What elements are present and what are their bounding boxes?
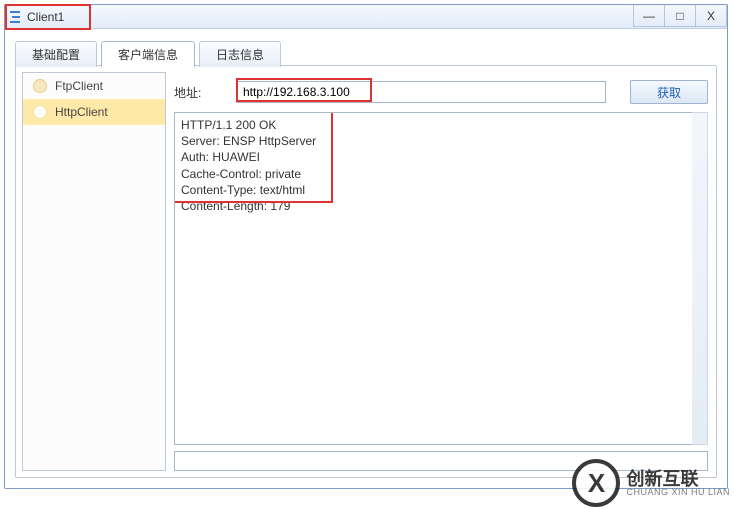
address-label: 地址: xyxy=(174,84,224,101)
tab-basic-config[interactable]: 基础配置 xyxy=(15,41,97,67)
response-line: Cache-Control: private xyxy=(181,166,701,182)
sidebar-item-label: HttpClient xyxy=(55,105,108,119)
tab-log-info[interactable]: 日志信息 xyxy=(199,41,281,67)
watermark-brand: 创新互联 xyxy=(626,470,730,488)
close-button[interactable]: X xyxy=(695,5,727,27)
address-input[interactable] xyxy=(236,81,606,103)
sidebar-item-httpclient[interactable]: HttpClient xyxy=(23,99,165,125)
fetch-button[interactable]: 获取 xyxy=(630,80,708,104)
sidebar-item-label: FtpClient xyxy=(55,79,103,93)
maximize-button[interactable]: □ xyxy=(664,5,696,27)
response-textarea[interactable]: HTTP/1.1 200 OK Server: ENSP HttpServer … xyxy=(174,112,708,445)
watermark: X 创新互联 CHUANG XIN HU LIAN xyxy=(572,459,730,507)
titlebar[interactable]: Client1 — □ X xyxy=(5,5,727,29)
window-title: Client1 xyxy=(27,10,64,24)
response-line: Content-Type: text/html xyxy=(181,182,701,198)
response-line: HTTP/1.1 200 OK xyxy=(181,117,701,133)
watermark-sub: CHUANG XIN HU LIAN xyxy=(626,488,730,497)
content-area: 基础配置 客户端信息 日志信息 FtpClient HttpClient 地址: xyxy=(15,41,717,478)
app-window: Client1 — □ X 基础配置 客户端信息 日志信息 FtpClient … xyxy=(4,4,728,489)
client-list: FtpClient HttpClient xyxy=(22,72,166,471)
response-line: Server: ENSP HttpServer xyxy=(181,133,701,149)
http-client-main: 地址: 获取 HTTP/1.1 200 OK Server: ENSP Http… xyxy=(174,72,708,471)
panel-client-info: FtpClient HttpClient 地址: 获取 HTTP/1.1 200… xyxy=(15,65,717,478)
minimize-button[interactable]: — xyxy=(633,5,665,27)
response-line: Auth: HUAWEI xyxy=(181,149,701,165)
tabs: 基础配置 客户端信息 日志信息 xyxy=(15,41,717,67)
ftp-dot-icon xyxy=(33,79,47,93)
response-scrollbar-vertical[interactable] xyxy=(692,112,708,445)
watermark-logo-icon: X xyxy=(572,459,620,507)
sidebar-item-ftpclient[interactable]: FtpClient xyxy=(23,73,165,99)
response-line: Content-Length: 179 xyxy=(181,198,701,214)
tab-client-info[interactable]: 客户端信息 xyxy=(101,41,195,67)
http-dot-icon xyxy=(33,105,47,119)
app-icon xyxy=(7,9,23,25)
